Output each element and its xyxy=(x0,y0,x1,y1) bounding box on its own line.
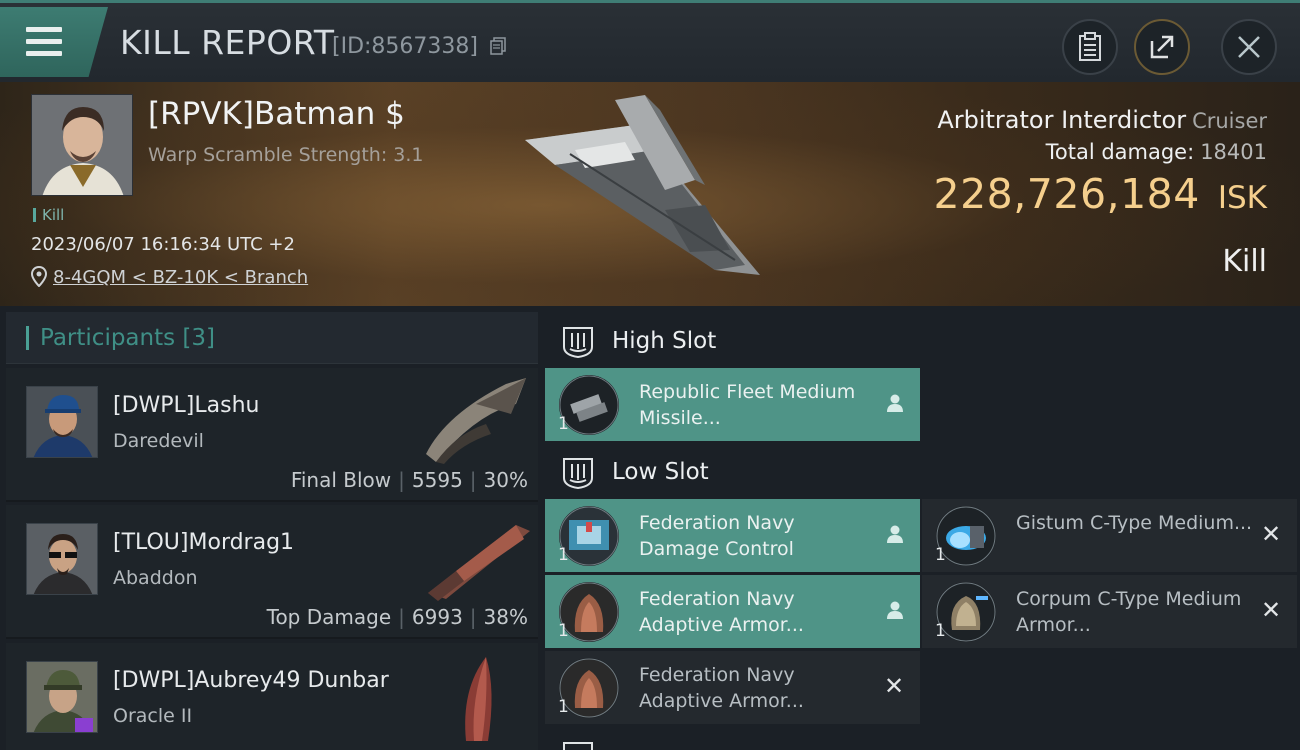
share-button[interactable] xyxy=(1134,19,1190,75)
clipboard-button[interactable] xyxy=(1062,19,1118,75)
participant-avatar[interactable] xyxy=(26,523,98,595)
participant-role: Top Damage xyxy=(266,605,392,629)
character-portrait-image xyxy=(32,95,132,195)
dropped-person-icon xyxy=(887,601,903,619)
character-portrait-image xyxy=(27,524,97,594)
participant-name[interactable]: [DWPL]Lashu xyxy=(113,393,259,418)
participant-percent: 30% xyxy=(483,468,528,492)
kill-result: Kill xyxy=(1222,244,1267,279)
module-item[interactable]: 1 Federation Navy Damage Control xyxy=(545,499,920,572)
ship-class: Cruiser xyxy=(1192,109,1267,133)
isk-unit: ISK xyxy=(1217,180,1267,216)
module-item[interactable]: 1 Gistum C-Type Medium... ✕ xyxy=(922,499,1297,572)
participant-role: Final Blow xyxy=(290,468,392,492)
participant-name[interactable]: [DWPL]Aubrey49 Dunbar xyxy=(113,668,389,693)
kill-tag: Kill xyxy=(33,206,64,224)
high-slot-icon xyxy=(563,327,593,359)
module-item[interactable]: 1 Federation Navy Adaptive Armor... xyxy=(545,575,920,648)
hamburger-menu-icon xyxy=(26,27,62,57)
low-slot-title: Low Slot xyxy=(612,459,709,485)
participant-avatar[interactable] xyxy=(26,386,98,458)
clipboard-icon xyxy=(1079,32,1101,61)
participant-ship-image[interactable] xyxy=(416,649,536,741)
participant-name[interactable]: [TLOU]Mordrag1 xyxy=(113,530,294,555)
module-quantity: 1 xyxy=(558,621,569,641)
module-quantity: 1 xyxy=(558,414,569,434)
participant-percent: 38% xyxy=(483,605,528,629)
ship-type-name: Arbitrator Interdictor xyxy=(937,106,1187,134)
participants-accent-bar xyxy=(26,326,29,350)
close-icon xyxy=(1238,36,1260,58)
victim-ship-name[interactable]: Arbitrator Interdictor Cruiser xyxy=(937,106,1267,134)
page-title: KILL REPORT xyxy=(120,23,335,62)
participant-avatar[interactable] xyxy=(26,661,98,733)
participant-ship: Abaddon xyxy=(113,567,198,589)
module-name: Republic Fleet Medium Missile... xyxy=(639,381,856,429)
module-item[interactable]: 1 Federation Navy Adaptive Armor... ✕ xyxy=(545,651,920,724)
module-name: Federation Navy Adaptive Armor... xyxy=(639,588,804,636)
module-name: Federation Navy Adaptive Armor... xyxy=(639,664,804,712)
copy-icon[interactable] xyxy=(490,37,506,55)
dropped-person-icon xyxy=(887,525,903,543)
participant-row[interactable]: [DWPL]Aubrey49 Dunbar Oracle II xyxy=(6,643,538,750)
menu-button[interactable] xyxy=(0,7,108,77)
participant-ship-image[interactable] xyxy=(416,374,536,466)
participants-header[interactable]: Participants [3] xyxy=(6,312,538,364)
destroyed-x-icon: ✕ xyxy=(1261,520,1282,548)
share-icon xyxy=(1150,35,1174,59)
mid-slot-icon xyxy=(563,742,593,750)
report-id: [ID:8567338] xyxy=(332,34,478,59)
participants-label: Participants [3] xyxy=(40,325,215,351)
participant-stats: Top Damage | 6993 | 38% xyxy=(266,605,528,629)
participant-row[interactable]: [DWPL]Lashu Daredevil Final Blow | 5595 | 30… xyxy=(6,368,538,502)
participant-ship-image[interactable] xyxy=(416,511,536,603)
participant-damage: 5595 xyxy=(411,468,463,492)
high-slot-title: High Slot xyxy=(612,328,717,354)
module-name: Federation Navy Damage Control xyxy=(639,512,795,560)
low-slot-icon xyxy=(563,458,593,490)
total-damage-label: Total damage: xyxy=(1045,140,1195,164)
victim-name[interactable]: [RPVK]Batman $ xyxy=(148,96,405,132)
destroyed-x-icon: ✕ xyxy=(884,672,905,700)
warp-scramble-strength: Warp Scramble Strength: 3.1 xyxy=(148,144,424,166)
close-button[interactable] xyxy=(1221,19,1277,75)
destroyed-x-icon: ✕ xyxy=(1261,596,1282,624)
victim-portrait[interactable] xyxy=(31,94,133,196)
character-portrait-image xyxy=(27,387,97,457)
isk-amount: 228,726,184 xyxy=(933,170,1200,218)
mid-slot-header-partial xyxy=(545,730,920,750)
module-quantity: 1 xyxy=(935,621,946,641)
high-slot-header: High Slot xyxy=(545,315,920,367)
victim-banner: [RPVK]Batman $ Warp Scramble Strength: 3… xyxy=(0,82,1300,306)
participant-ship: Daredevil xyxy=(113,430,204,452)
location-pin-icon xyxy=(31,266,47,287)
module-name: Gistum C-Type Medium... xyxy=(1016,512,1253,534)
participant-damage: 6993 xyxy=(411,605,463,629)
participant-row[interactable]: [TLOU]Mordrag1 Abaddon Top Damage | 6993 | 3… xyxy=(6,505,538,639)
participant-stats: Final Blow | 5595 | 30% xyxy=(290,468,528,492)
module-item[interactable]: 1 Republic Fleet Medium Missile... xyxy=(545,368,920,441)
kill-location-link[interactable]: 8-4GQM < BZ-10K < Branch xyxy=(53,267,308,288)
module-quantity: 1 xyxy=(558,545,569,565)
character-portrait-image xyxy=(27,662,97,732)
module-name: Corpum C-Type Medium Armor... xyxy=(1016,588,1242,636)
module-quantity: 1 xyxy=(935,545,946,565)
victim-ship-image[interactable] xyxy=(515,90,785,290)
low-slot-header: Low Slot xyxy=(545,446,920,498)
total-damage: Total damage: 18401 xyxy=(1046,140,1267,164)
top-bar: KILL REPORT [ID:8567338] xyxy=(0,0,1300,82)
dropped-person-icon xyxy=(887,394,903,412)
isk-value: 228,726,184 ISK xyxy=(934,170,1268,218)
module-quantity: 1 xyxy=(558,697,569,717)
total-damage-value: 18401 xyxy=(1200,140,1267,164)
module-item[interactable]: 1 Corpum C-Type Medium Armor... ✕ xyxy=(922,575,1297,648)
participant-ship: Oracle II xyxy=(113,705,193,727)
kill-datetime: 2023/06/07 16:16:34 UTC +2 xyxy=(31,234,295,255)
